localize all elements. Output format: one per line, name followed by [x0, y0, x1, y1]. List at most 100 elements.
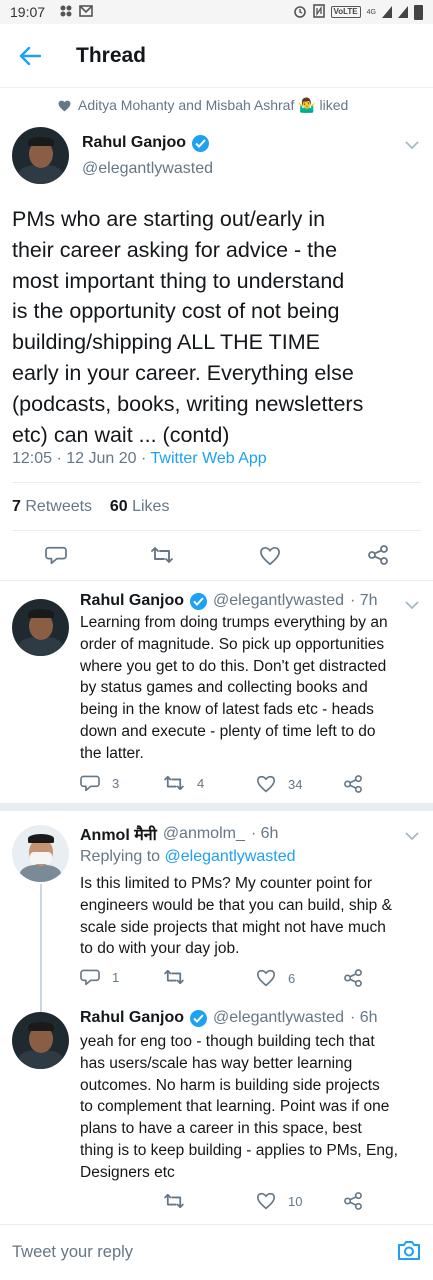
- author-handle[interactable]: @anmolm_: [163, 825, 245, 843]
- likes-label: Likes: [132, 498, 170, 515]
- author-name[interactable]: Rahul Ganjoo: [80, 592, 184, 610]
- share-button[interactable]: [343, 969, 363, 987]
- retweet-count: 4: [197, 775, 205, 791]
- retweet-icon: [151, 547, 173, 563]
- back-button[interactable]: [0, 46, 60, 66]
- reply-button[interactable]: [45, 545, 67, 565]
- tweet-text-line: scale side projects that might not have …: [80, 918, 386, 936]
- author-handle[interactable]: @elegantlywasted: [82, 160, 213, 178]
- likes-stat[interactable]: 60 Likes: [110, 498, 170, 515]
- reply-button[interactable]: 3: [80, 774, 119, 792]
- tweet-text-line: being in the know of latest fads etc - h…: [80, 701, 374, 719]
- replying-prefix: Replying to: [80, 848, 161, 865]
- app-header: Thread: [0, 24, 433, 88]
- replying-to: Replying to @elegantlywasted: [80, 848, 295, 866]
- camera-button[interactable]: [397, 1239, 421, 1266]
- retweet-button[interactable]: 4: [163, 775, 204, 791]
- reply-input[interactable]: Tweet your reply: [12, 1243, 133, 1262]
- reply-button[interactable]: 1: [80, 968, 119, 986]
- heart-outline-icon: [256, 969, 276, 987]
- tweet-text-line: is the opportunity cost of not being: [12, 299, 340, 324]
- tweet-text-line: has users/scale has way better learning: [80, 1054, 353, 1072]
- section-separator: [0, 803, 433, 811]
- tweet-text-line: Is this limited to PMs? My counter point…: [80, 875, 373, 892]
- like-button[interactable]: 6: [256, 969, 295, 987]
- retweets-stat[interactable]: 7 Retweets: [12, 498, 92, 515]
- tweet-text-line: yeah for eng too - though building tech …: [80, 1033, 375, 1050]
- tweet-date: 12 Jun 20: [66, 450, 137, 467]
- share-icon: [344, 969, 362, 987]
- nfc-icon: [312, 3, 325, 21]
- tweet-menu-button[interactable]: [405, 137, 419, 155]
- retweet-button[interactable]: [150, 546, 174, 564]
- tweet-text-line: down and execute - plenty of time left t…: [80, 722, 376, 740]
- tweet-text-line: outcomes. No harm is building side proje…: [80, 1076, 380, 1094]
- retweet-button[interactable]: [163, 1193, 185, 1209]
- tweet-time: 12:05: [12, 450, 53, 467]
- avatar[interactable]: [12, 599, 69, 656]
- heart-outline-icon: [256, 775, 276, 793]
- tweet-source-link[interactable]: Twitter Web App: [151, 450, 267, 467]
- volte-badge: VoLTE: [330, 6, 361, 18]
- retweet-button[interactable]: [163, 969, 197, 985]
- tweet-text-line: their career asking for advice - the: [12, 237, 338, 262]
- tweet-text-line: order of magnitude. So pick up opportuni…: [80, 635, 385, 653]
- share-button[interactable]: [343, 775, 363, 793]
- like-count: 34: [288, 776, 303, 792]
- social-context: Aditya Mohanty and Misbah Ashraf 🤷‍♂️ li…: [58, 97, 348, 114]
- author-handle[interactable]: @elegantlywasted: [213, 592, 344, 610]
- back-arrow-icon: [19, 46, 41, 65]
- verified-badge-icon: [190, 1009, 207, 1027]
- tweet-age: · 7h: [349, 592, 378, 609]
- reply-icon: [45, 546, 67, 565]
- avatar[interactable]: [12, 825, 69, 882]
- tweet-age: · 6h: [349, 1009, 378, 1026]
- tweet-text-line: the latter.: [80, 744, 144, 762]
- tweet-menu-button[interactable]: [405, 828, 419, 846]
- like-button[interactable]: 10: [256, 1192, 302, 1210]
- replying-to-link[interactable]: @elegantlywasted: [165, 848, 296, 865]
- heart-outline-icon: [256, 1192, 276, 1210]
- retweet-icon: [164, 775, 184, 791]
- alarm-icon: [293, 4, 307, 21]
- author-handle[interactable]: @elegantlywasted: [213, 1009, 344, 1027]
- heart-outline-icon: [260, 546, 280, 566]
- tweet-text-line: to do with your day job.: [80, 940, 240, 958]
- battery-icon: [414, 4, 423, 20]
- share-button[interactable]: [367, 545, 389, 565]
- author-name[interactable]: Anmol मैनी: [80, 823, 157, 845]
- network-type: 4G: [366, 8, 376, 16]
- tweet-text-line: most important thing to understand: [12, 268, 345, 293]
- reply-count: 3: [112, 775, 120, 791]
- tweet-text-line: to complement that learning. Point was i…: [80, 1098, 390, 1116]
- retweet-icon: [164, 1193, 184, 1209]
- tweet-stats: 7 Retweets 60 Likes: [12, 498, 169, 516]
- heart-icon: [58, 100, 71, 111]
- share-icon: [344, 1192, 362, 1210]
- reply-composer[interactable]: Tweet your reply: [0, 1224, 433, 1280]
- signal-icon: [382, 6, 392, 18]
- divider: [12, 530, 421, 531]
- reply-count: 1: [112, 969, 120, 985]
- tweet-text-line: where you get to do this. Don't get dist…: [80, 657, 387, 675]
- status-bar: 19:07 VoLTE 4G: [0, 0, 433, 24]
- retweets-count: 7: [12, 498, 21, 515]
- share-icon: [344, 775, 362, 793]
- camera-icon: [398, 1241, 420, 1260]
- verified-badge-icon: [190, 592, 207, 610]
- avatar[interactable]: [12, 127, 69, 184]
- share-button[interactable]: [343, 1192, 363, 1210]
- tweet-text-line: PMs who are starting out/early in: [12, 207, 326, 231]
- avatar[interactable]: [12, 1012, 69, 1069]
- tweet-text-line: (podcasts, books, writing newsletters: [12, 391, 364, 416]
- tweet-age: · 6h: [250, 825, 279, 842]
- author-name[interactable]: Rahul Ganjoo: [82, 134, 186, 152]
- chevron-down-icon: [405, 141, 419, 150]
- author-name[interactable]: Rahul Ganjoo: [80, 1009, 184, 1027]
- mail-icon: [79, 4, 93, 20]
- tweet-text-line: etc) can wait ... (contd): [12, 422, 230, 447]
- like-button[interactable]: [259, 546, 281, 566]
- like-button[interactable]: 34: [256, 775, 302, 793]
- tweet-text-line: by status games and collecting books and: [80, 679, 368, 697]
- chevron-down-icon: [405, 832, 419, 841]
